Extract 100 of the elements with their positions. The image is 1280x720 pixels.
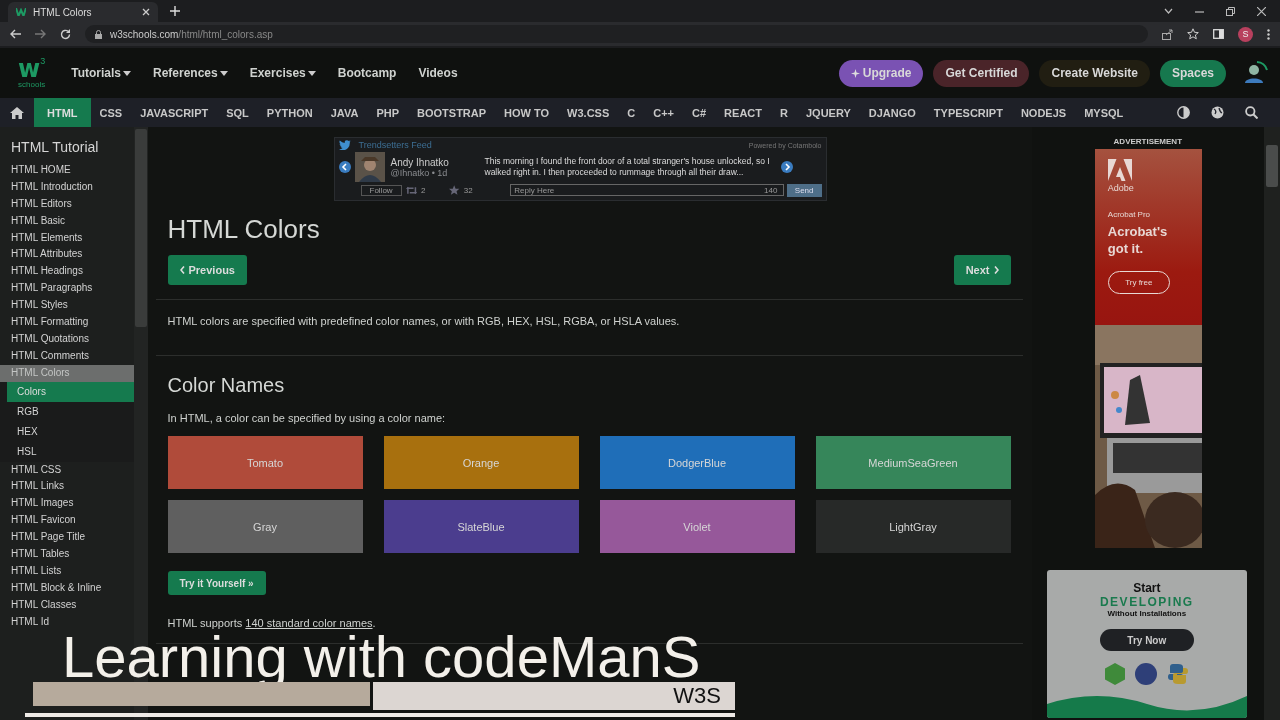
- chevron-right-icon: [993, 266, 999, 274]
- author-name[interactable]: Andy Ihnatko: [390, 156, 481, 168]
- nav-tab[interactable]: JAVASCRIPT: [131, 98, 218, 127]
- sidebar-subitem[interactable]: HSL: [7, 441, 134, 462]
- sidebar-subitem[interactable]: Colors: [7, 381, 134, 402]
- sidebar-item[interactable]: HTML Paragraphs: [0, 280, 134, 298]
- nav-tab[interactable]: DJANGO: [859, 98, 925, 127]
- promo-card[interactable]: Start DEVELOPING Without Installations Try Now: [1046, 570, 1247, 718]
- header-button[interactable]: Create Website: [1039, 59, 1150, 87]
- scrollbar-thumb[interactable]: [134, 129, 147, 327]
- sidebar-item[interactable]: HTML Classes: [0, 596, 134, 614]
- sidebar-item[interactable]: HTML Editors: [0, 195, 134, 213]
- sidebar-item[interactable]: HTML Headings: [0, 263, 134, 281]
- nav-link[interactable]: References: [152, 66, 228, 80]
- caret-down-icon[interactable]: [1164, 8, 1173, 14]
- video-caption: Learning with codeManS: [62, 632, 701, 682]
- previous-button[interactable]: Previous: [167, 255, 247, 285]
- nav-tab[interactable]: PHP: [367, 98, 409, 127]
- profile-avatar[interactable]: S: [1238, 26, 1253, 42]
- header-button[interactable]: Spaces: [1159, 59, 1226, 87]
- reload-icon[interactable]: [60, 28, 71, 40]
- sidebar-item[interactable]: HTML Links: [0, 478, 134, 496]
- color-names-link[interactable]: 140 standard color names: [245, 617, 373, 629]
- restore-icon[interactable]: [1226, 6, 1235, 16]
- globe-icon[interactable]: [1211, 106, 1224, 119]
- promo-highlight: DEVELOPING: [1099, 595, 1194, 609]
- close-icon[interactable]: [1257, 6, 1266, 16]
- w-logo-icon: [16, 8, 26, 16]
- sidebar-item[interactable]: HTML Images: [0, 495, 134, 513]
- sidebar-item[interactable]: HTML Id: [0, 613, 134, 631]
- sidebar-item[interactable]: HTML Quotations: [0, 330, 134, 348]
- sidebar-item[interactable]: HTML Formatting: [0, 314, 134, 331]
- retweet-count: 2: [420, 185, 427, 195]
- php-logo-icon: [1134, 663, 1157, 685]
- retweet-icon[interactable]: [405, 185, 417, 195]
- nav-tab[interactable]: HTML: [34, 98, 91, 127]
- send-button[interactable]: Send: [786, 183, 822, 197]
- nav-tab[interactable]: REACT: [715, 98, 771, 127]
- home-icon[interactable]: [10, 106, 24, 119]
- nav-tab[interactable]: R: [771, 98, 797, 127]
- sidebar-item[interactable]: HTML Elements: [0, 229, 134, 247]
- nav-tab[interactable]: C#: [683, 98, 716, 127]
- sidebar-subitem[interactable]: RGB: [7, 401, 134, 422]
- sidebar-item[interactable]: HTML HOME: [0, 162, 134, 179]
- nav-tab[interactable]: HOW TO: [495, 98, 559, 127]
- bird-icon: [338, 140, 351, 150]
- section-text: In HTML, a color can be specified by using a color name:: [167, 412, 447, 424]
- scrollbar-thumb[interactable]: [1266, 145, 1278, 187]
- nav-tab[interactable]: C: [618, 98, 645, 127]
- star-icon[interactable]: [1187, 28, 1199, 40]
- forward-icon[interactable]: [35, 29, 46, 39]
- sidebar-subitem[interactable]: HEX: [7, 421, 134, 442]
- side-panel-icon[interactable]: [1213, 29, 1224, 39]
- nav-link[interactable]: Bootcamp: [337, 66, 397, 80]
- nav-link[interactable]: Exercises: [249, 66, 316, 80]
- sidebar-item[interactable]: HTML Lists: [0, 562, 134, 580]
- ad-banner[interactable]: Adobe Acrobat Pro Acrobat's got it. Try free: [1094, 149, 1202, 548]
- sidebar-item[interactable]: HTML CSS: [0, 461, 134, 479]
- share-icon[interactable]: [1162, 28, 1173, 40]
- sidebar-item[interactable]: HTML Favicon: [0, 512, 134, 530]
- nav-tab[interactable]: SQL: [217, 98, 258, 127]
- nav-tab[interactable]: CSS: [90, 98, 132, 127]
- more-icon[interactable]: [1267, 28, 1270, 40]
- close-icon[interactable]: [142, 8, 150, 16]
- nav-tab[interactable]: C++: [644, 98, 684, 127]
- sidebar-item[interactable]: HTML Page Title: [0, 529, 134, 547]
- address-field[interactable]: w3schools.com/html/html_colors.asp: [85, 25, 1148, 43]
- sidebar-item[interactable]: HTML Tables: [0, 546, 134, 563]
- back-icon[interactable]: [10, 29, 21, 39]
- sidebar-item[interactable]: HTML Basic: [0, 212, 134, 230]
- nav-tab[interactable]: BOOTSTRAP: [408, 98, 496, 127]
- nav-tab[interactable]: PYTHON: [257, 98, 322, 127]
- header-button[interactable]: Upgrade: [838, 59, 924, 87]
- user-icon[interactable]: [1242, 60, 1268, 86]
- nav-tab[interactable]: JAVA: [321, 98, 368, 127]
- nav-tab[interactable]: W3.CSS: [558, 98, 619, 127]
- sidebar-item[interactable]: HTML Block & Inline: [0, 579, 134, 597]
- author-handle[interactable]: @Ihnatko • 1d: [390, 167, 481, 178]
- follow-button[interactable]: Follow: [360, 184, 402, 196]
- sidebar-item[interactable]: HTML Comments: [0, 347, 134, 365]
- new-tab-icon[interactable]: [170, 6, 180, 16]
- sidebar-item[interactable]: HTML Attributes: [0, 246, 134, 264]
- nav-tab[interactable]: JQUERY: [796, 98, 860, 127]
- contrast-icon[interactable]: [1177, 106, 1190, 119]
- search-icon[interactable]: [1245, 106, 1258, 119]
- sidebar-item[interactable]: HTML Introduction: [0, 178, 134, 196]
- hexagon-icon: [1104, 663, 1125, 685]
- nav-link[interactable]: Videos: [418, 66, 458, 80]
- nav-tab[interactable]: NODEJS: [1011, 98, 1076, 127]
- promo-subtitle: Without Installations: [1107, 609, 1187, 618]
- browser-tab[interactable]: HTML Colors: [8, 2, 158, 22]
- try-now-button[interactable]: Try Now: [1099, 629, 1194, 651]
- try-it-button[interactable]: Try it Yourself »: [167, 571, 266, 595]
- nav-link[interactable]: Tutorials: [71, 66, 131, 80]
- sidebar-item[interactable]: HTML Styles: [0, 297, 134, 314]
- nav-tab[interactable]: TYPESCRIPT: [924, 98, 1012, 127]
- next-button[interactable]: Next: [953, 255, 1011, 285]
- star-icon[interactable]: [449, 185, 460, 195]
- nav-tab[interactable]: MYSQL: [1075, 98, 1133, 127]
- header-button[interactable]: Get Certified: [933, 59, 1030, 87]
